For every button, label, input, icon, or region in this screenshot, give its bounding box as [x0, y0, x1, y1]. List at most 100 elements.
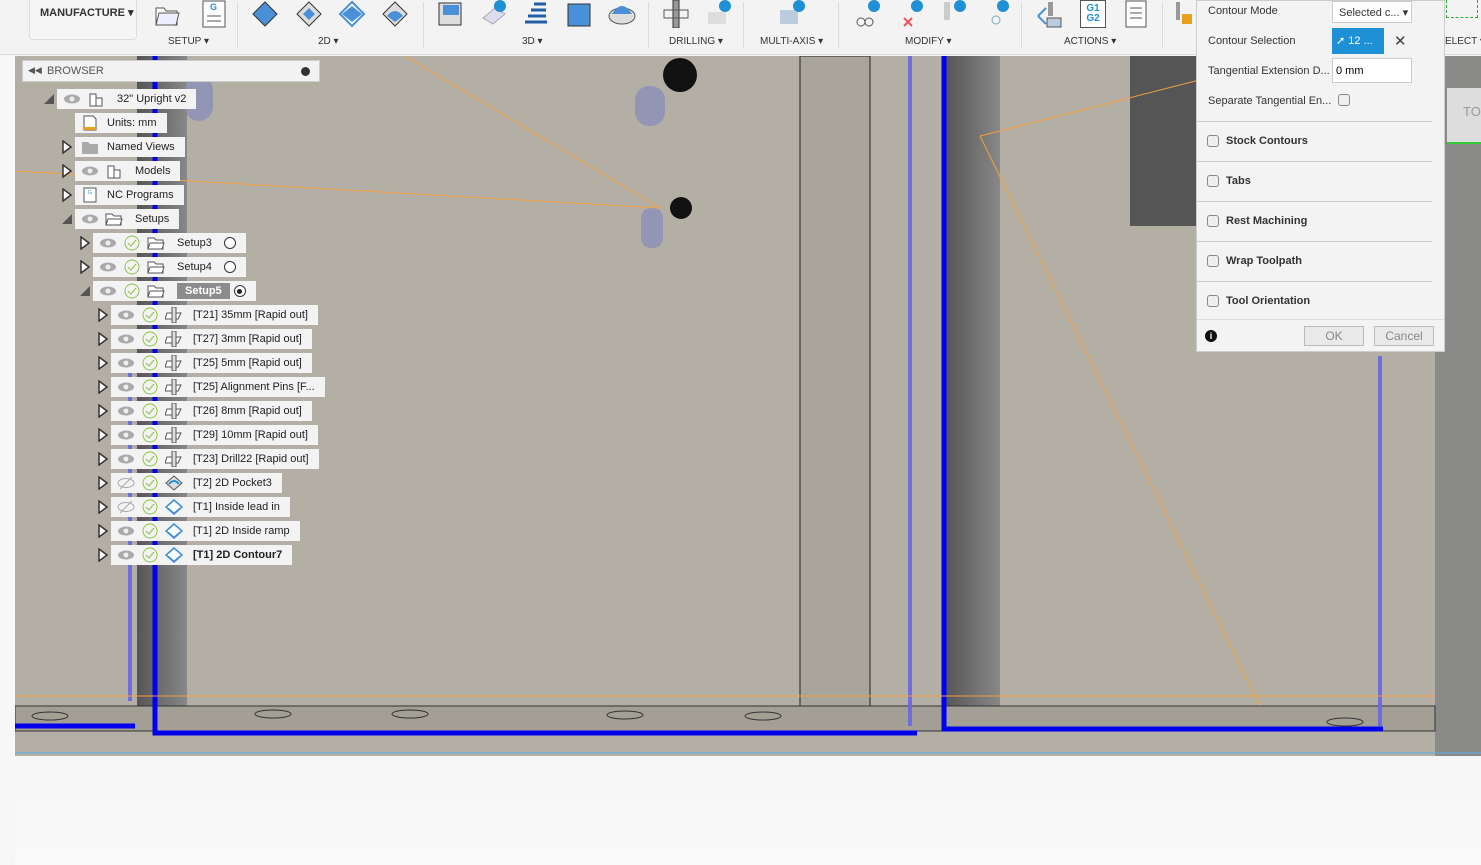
section-checkbox[interactable]: [1207, 255, 1219, 267]
eye-icon[interactable]: [63, 91, 81, 107]
multi-axis-icon[interactable]: [778, 0, 806, 28]
minimize-browser-icon[interactable]: [301, 67, 310, 76]
tree-operation[interactable]: [T25] 5mm [Rapid out]: [111, 353, 312, 373]
tree-operation[interactable]: [T1] Inside lead in: [111, 497, 290, 517]
separate-tangential-checkbox[interactable]: [1338, 94, 1350, 106]
tree-models[interactable]: Models: [75, 161, 181, 181]
eye-icon[interactable]: [99, 235, 117, 251]
tree-operation[interactable]: [T1] 2D Contour7: [111, 545, 293, 565]
tree-operation[interactable]: [T26] 8mm [Rapid out]: [111, 401, 312, 421]
expand-arrow-icon[interactable]: [79, 260, 91, 274]
2d-adaptive-icon[interactable]: [251, 0, 279, 28]
eye-icon[interactable]: [117, 379, 135, 395]
tangential-extension-input[interactable]: [1332, 58, 1412, 83]
section-wrap-toolpath[interactable]: Wrap Toolpath: [1197, 241, 1432, 281]
ok-button[interactable]: OK: [1304, 326, 1364, 346]
info-icon[interactable]: i: [1205, 330, 1217, 342]
expand-arrow-icon[interactable]: [97, 428, 109, 442]
collapse-arrow-icon[interactable]: [43, 92, 55, 106]
post-process-icon[interactable]: G1 G2: [1080, 0, 1106, 28]
tree-operation[interactable]: [T2] 2D Pocket3: [111, 473, 282, 493]
move-entry-icon[interactable]: [982, 0, 1010, 28]
eye-hidden-icon[interactable]: [117, 499, 135, 515]
tree-setup[interactable]: Setup4: [93, 257, 246, 277]
2d-pocket-icon[interactable]: [295, 0, 323, 28]
parallel-icon[interactable]: [522, 0, 550, 28]
section-checkbox[interactable]: [1207, 135, 1219, 147]
expand-arrow-icon[interactable]: [61, 140, 73, 154]
section-tool-orientation[interactable]: Tool Orientation: [1197, 281, 1432, 321]
expand-arrow-icon[interactable]: [97, 356, 109, 370]
expand-arrow-icon[interactable]: [97, 380, 109, 394]
setup-radio[interactable]: [223, 261, 236, 273]
tree-operation[interactable]: [T29] 10mm [Rapid out]: [111, 425, 318, 445]
section-stock-contours[interactable]: Stock Contours: [1197, 121, 1432, 161]
expand-arrow-icon[interactable]: [97, 548, 109, 562]
expand-arrow-icon[interactable]: [97, 524, 109, 538]
face-icon[interactable]: [338, 0, 366, 28]
eye-icon[interactable]: [117, 355, 135, 371]
group-modify[interactable]: MODIFY ▾: [905, 36, 952, 47]
expand-arrow-icon[interactable]: [61, 188, 73, 202]
cancel-button[interactable]: Cancel: [1374, 326, 1434, 346]
eye-icon[interactable]: [117, 523, 135, 539]
section-checkbox[interactable]: [1207, 175, 1219, 187]
expand-arrow-icon[interactable]: [97, 500, 109, 514]
group-2d[interactable]: 2D ▾: [318, 36, 339, 47]
tree-operation[interactable]: [T25] Alignment Pins [F...: [111, 377, 325, 397]
workspace-switcher[interactable]: MANUFACTURE ▾: [29, 0, 137, 40]
tree-setup[interactable]: Setup3: [93, 233, 246, 253]
eye-icon[interactable]: [117, 547, 135, 563]
tree-operation[interactable]: [T1] 2D Inside ramp: [111, 521, 300, 541]
expand-arrow-icon[interactable]: [97, 452, 109, 466]
3d-adaptive-icon[interactable]: [436, 0, 464, 28]
tree-named-views[interactable]: Named Views: [75, 137, 185, 157]
expand-arrow-icon[interactable]: [97, 476, 109, 490]
3d-pocket-icon[interactable]: [479, 0, 507, 28]
eye-icon[interactable]: [117, 403, 135, 419]
eye-icon[interactable]: [117, 427, 135, 443]
tree-units[interactable]: Units: mm: [75, 113, 167, 133]
contour-mode-select[interactable]: Selected c... ▾: [1332, 1, 1412, 23]
select-box-icon[interactable]: [1446, 0, 1478, 18]
tree-operation[interactable]: [T27] 3mm [Rapid out]: [111, 329, 312, 349]
eye-icon[interactable]: [99, 259, 117, 275]
group-drilling[interactable]: DRILLING ▾: [669, 36, 723, 47]
expand-arrow-icon[interactable]: [97, 308, 109, 322]
expand-arrow-icon[interactable]: [79, 236, 91, 250]
group-3d[interactable]: 3D ▾: [522, 36, 543, 47]
nc-program-icon[interactable]: G: [200, 0, 228, 28]
eye-hidden-icon[interactable]: [117, 475, 135, 491]
group-multi-axis[interactable]: MULTI-AXIS ▾: [760, 36, 823, 47]
eye-icon[interactable]: [117, 307, 135, 323]
drill-icon[interactable]: [662, 0, 690, 28]
active-setup-radio[interactable]: [233, 285, 246, 297]
group-actions[interactable]: ACTIONS ▾: [1064, 36, 1116, 47]
group-setup[interactable]: SETUP ▾: [168, 36, 209, 47]
simulate-icon[interactable]: [1036, 0, 1064, 28]
expand-arrow-icon[interactable]: [61, 164, 73, 178]
tree-nc-programs[interactable]: G NC Programs: [75, 185, 184, 205]
2d-contour-icon[interactable]: [381, 0, 409, 28]
edit-tool-icon[interactable]: [939, 0, 967, 28]
eye-icon[interactable]: [81, 163, 99, 179]
section-checkbox[interactable]: [1207, 295, 1219, 307]
collapse-arrow-icon[interactable]: [61, 212, 73, 226]
collapse-browser-icon[interactable]: ◀◀: [28, 65, 42, 76]
tree-operation[interactable]: [T23] Drill22 [Rapid out]: [111, 449, 319, 469]
eye-icon[interactable]: [99, 283, 117, 299]
eye-icon[interactable]: [117, 451, 135, 467]
trim-icon[interactable]: [853, 0, 881, 28]
tree-operation[interactable]: [T21] 35mm [Rapid out]: [111, 305, 318, 325]
clear-selection-icon[interactable]: ✕: [1394, 32, 1407, 50]
group-select[interactable]: ELECT ▾: [1445, 36, 1481, 47]
tree-setup[interactable]: Setup5: [93, 281, 256, 301]
hole-recognition-icon[interactable]: [704, 0, 732, 28]
new-setup-icon[interactable]: [153, 0, 181, 28]
section-rest-machining[interactable]: Rest Machining: [1197, 201, 1432, 241]
eye-icon[interactable]: [117, 331, 135, 347]
section-tabs[interactable]: Tabs: [1197, 161, 1432, 201]
contour-selection-button[interactable]: ➚ 12 ...: [1332, 28, 1384, 54]
tree-root[interactable]: 32" Upright v2: [57, 89, 197, 109]
scallop-icon[interactable]: [565, 0, 593, 28]
